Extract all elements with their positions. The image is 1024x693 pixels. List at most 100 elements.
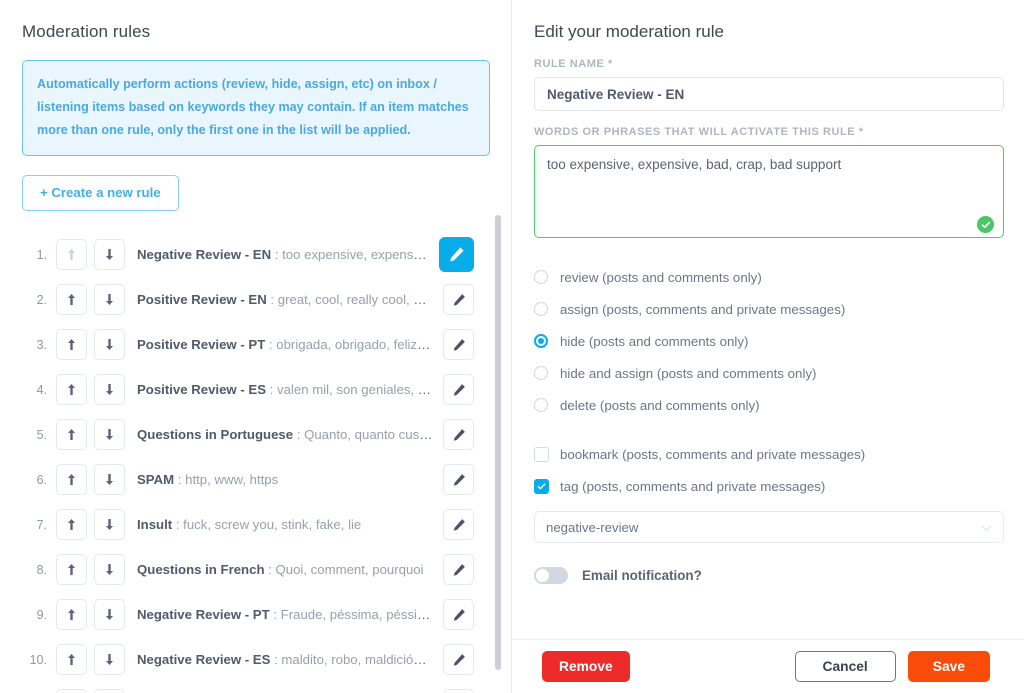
- move-down-button[interactable]: [94, 419, 125, 451]
- rule-keywords: valen mil, son geniales, me enc…: [277, 382, 443, 398]
- rule-editor-panel: Edit your moderation rule RULE NAME * WO…: [512, 0, 1024, 693]
- move-up-button[interactable]: [56, 689, 87, 693]
- action-option-label: delete (posts and comments only): [560, 397, 760, 413]
- action-option[interactable]: delete (posts and comments only): [534, 389, 1004, 421]
- edit-rule-button[interactable]: [439, 237, 474, 273]
- rules-list-scrollbar[interactable]: [495, 215, 501, 670]
- move-down-button[interactable]: [94, 374, 125, 406]
- editor-title: Edit your moderation rule: [534, 22, 724, 41]
- action-option[interactable]: review (posts and comments only): [534, 261, 1004, 293]
- edit-rule-button[interactable]: [443, 554, 474, 586]
- rule-name: Positive Review - EN: [137, 292, 267, 308]
- email-notification-label: Email notification?: [582, 568, 702, 583]
- move-up-button[interactable]: [56, 554, 87, 586]
- radio-icon[interactable]: [534, 302, 548, 316]
- move-down-button[interactable]: [94, 644, 125, 676]
- move-up-button[interactable]: [56, 644, 87, 676]
- rule-index: 2.: [36, 292, 47, 307]
- rule-separator: :: [174, 472, 186, 488]
- move-down-button[interactable]: [94, 329, 125, 361]
- rule-keywords: Quoi, comment, pourquoi: [275, 562, 424, 578]
- rule-name: Questions in Portuguese: [137, 427, 294, 443]
- rule-index: 10.: [29, 652, 47, 667]
- checkbox-icon[interactable]: [534, 446, 549, 462]
- move-up-button[interactable]: [56, 464, 87, 496]
- rule-separator: :: [293, 427, 305, 443]
- action-option[interactable]: assign (posts, comments and private mess…: [534, 293, 1004, 325]
- rule-index: 5.: [36, 427, 47, 442]
- extra-option-label: bookmark (posts, comments and private me…: [560, 446, 866, 462]
- rule-summary: Positive Review - ES : valen mil, son ge…: [137, 382, 443, 397]
- move-down-button[interactable]: [94, 464, 125, 496]
- radio-icon[interactable]: [534, 366, 548, 380]
- tag-select[interactable]: negative-review: [534, 511, 1004, 543]
- move-up-button[interactable]: [56, 284, 87, 316]
- rule-index: 1.: [36, 247, 47, 262]
- rule-name: Questions in French: [137, 562, 265, 578]
- rule-index: 6.: [36, 472, 47, 487]
- move-down-button[interactable]: [94, 509, 125, 541]
- rule-row: 1. Negative Review - EN : too expensive, …: [22, 233, 490, 277]
- extra-option[interactable]: bookmark (posts, comments and private me…: [534, 438, 1004, 470]
- action-option-label: hide (posts and comments only): [560, 333, 749, 349]
- move-down-button[interactable]: [94, 554, 125, 586]
- rule-separator: :: [172, 517, 184, 533]
- edit-rule-button[interactable]: [443, 374, 474, 406]
- rule-separator: :: [270, 652, 282, 668]
- extra-option-label: tag (posts, comments and private message…: [560, 478, 826, 494]
- save-button[interactable]: Save: [907, 651, 990, 682]
- rule-keywords: too expensive, expensive, ba…: [282, 247, 439, 263]
- action-option[interactable]: hide (posts and comments only): [534, 325, 1004, 357]
- move-down-button[interactable]: [94, 689, 125, 693]
- extra-option[interactable]: tag (posts, comments and private message…: [534, 470, 1004, 502]
- action-option-label: review (posts and comments only): [560, 269, 762, 285]
- edit-rule-button[interactable]: [443, 419, 474, 451]
- edit-rule-button[interactable]: [443, 644, 474, 676]
- rule-keywords: fuck, screw you, stink, fake, lie: [183, 517, 362, 533]
- edit-rule-button[interactable]: [443, 509, 474, 541]
- toggle-knob: [536, 569, 549, 582]
- action-option[interactable]: hide and assign (posts and comments only…: [534, 357, 1004, 389]
- edit-rule-button[interactable]: [443, 284, 474, 316]
- edit-rule-button[interactable]: [443, 689, 474, 693]
- move-down-button[interactable]: [94, 284, 125, 316]
- rule-summary: Negative Review - PT : Fraude, péssima, …: [137, 607, 443, 622]
- move-up-button[interactable]: [56, 419, 87, 451]
- rule-row: 7. Insult : fuck, screw you, stink, fake,…: [22, 503, 490, 547]
- rule-name: Negative Review - PT: [137, 607, 270, 623]
- move-up-button[interactable]: [56, 374, 87, 406]
- move-down-button[interactable]: [94, 239, 125, 271]
- edit-rule-button[interactable]: [443, 599, 474, 631]
- checkbox-icon[interactable]: [534, 478, 549, 494]
- rule-name-input[interactable]: [534, 77, 1004, 111]
- radio-icon[interactable]: [534, 334, 548, 348]
- info-banner: Automatically perform actions (review, h…: [22, 60, 490, 156]
- moderation-rules-page: Moderation rules Automatically perform a…: [0, 0, 1024, 693]
- rule-row: 10. Negative Review - ES : maldito, robo,…: [22, 638, 490, 682]
- remove-button[interactable]: Remove: [542, 651, 630, 682]
- radio-icon[interactable]: [534, 398, 548, 412]
- rule-name: Positive Review - PT: [137, 337, 266, 353]
- move-up-button[interactable]: [56, 329, 87, 361]
- edit-rule-button[interactable]: [443, 329, 474, 361]
- radio-icon[interactable]: [534, 270, 548, 284]
- cancel-button[interactable]: Cancel: [794, 651, 896, 682]
- move-up-button[interactable]: [56, 599, 87, 631]
- move-down-button[interactable]: [94, 599, 125, 631]
- rule-row: 5. Questions in Portuguese : Quanto, quan…: [22, 413, 490, 457]
- rule-row: 8. Questions in French : Quoi, comment, p…: [22, 548, 490, 592]
- chevron-down-icon: [981, 520, 992, 535]
- edit-rule-button[interactable]: [443, 464, 474, 496]
- rule-name: Negative Review - EN: [137, 247, 272, 263]
- rule-index: 8.: [36, 562, 47, 577]
- rule-summary: Negative Review - EN : too expensive, ex…: [137, 247, 439, 262]
- move-up-button[interactable]: [56, 509, 87, 541]
- email-notification-toggle[interactable]: [534, 567, 568, 584]
- rule-summary: Insult : fuck, screw you, stink, fake, l…: [137, 517, 443, 532]
- rule-keywords: http, www, https: [185, 472, 279, 488]
- rule-summary: SPAM : http, www, https: [137, 472, 443, 487]
- rule-summary: Positive Review - EN : great, cool, real…: [137, 292, 443, 307]
- create-new-rule-button[interactable]: + Create a new rule: [22, 174, 179, 211]
- rule-separator: :: [265, 337, 277, 353]
- keywords-textarea[interactable]: [534, 145, 1004, 238]
